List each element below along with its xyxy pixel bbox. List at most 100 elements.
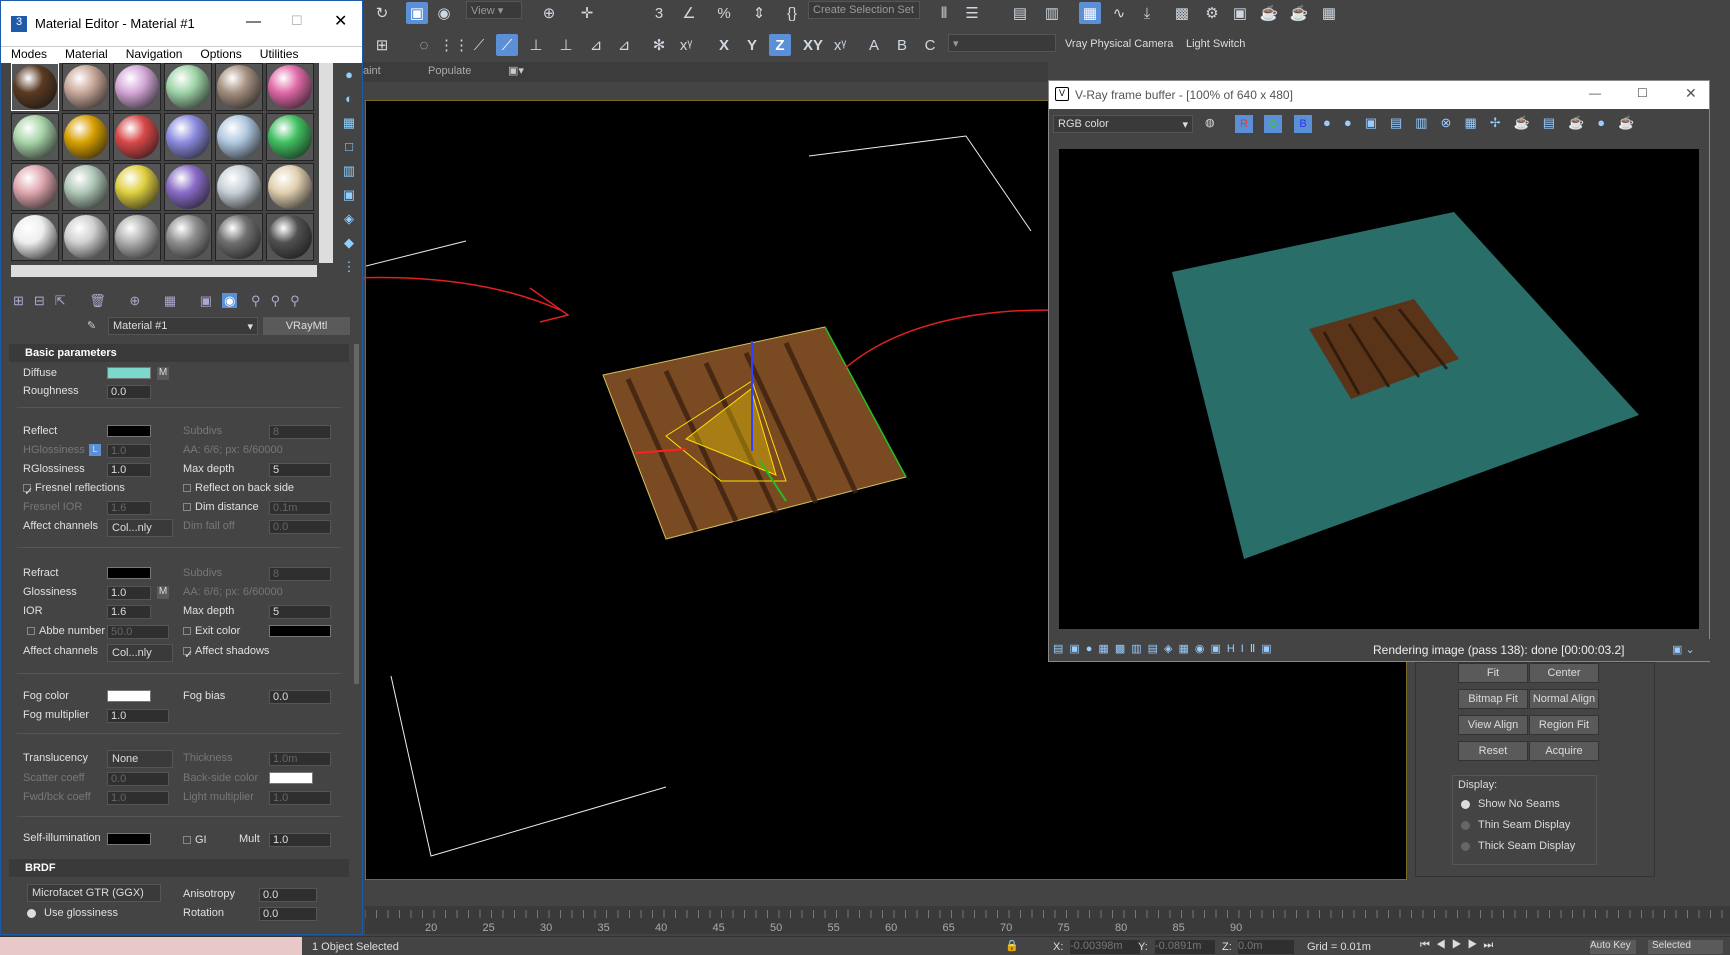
auto-key-button[interactable]: Auto Key <box>1590 940 1636 954</box>
refract-affect-channels-dropdown[interactable]: Col...nly <box>107 644 173 662</box>
show-map-icon[interactable]: ◉ <box>222 293 238 308</box>
vfb-expand-icon[interactable]: ▣ ⌄ <box>1672 643 1695 656</box>
menu-options[interactable]: Options <box>200 47 241 63</box>
material-sample-slot[interactable] <box>11 113 59 161</box>
brdf-rollout[interactable]: BRDF <box>9 859 349 877</box>
subdivs-spinner[interactable]: 8 <box>269 425 331 439</box>
red-channel-button[interactable]: R <box>1235 115 1253 133</box>
use-glossiness-radio[interactable]: Use glossiness <box>27 907 118 919</box>
hglossiness-spinner[interactable]: 1.0 <box>107 444 151 458</box>
gi-checkbox[interactable]: GI <box>183 834 207 846</box>
timeline[interactable] <box>364 906 1730 934</box>
exit-color-checkbox[interactable]: Exit color <box>183 625 240 637</box>
material-sample-slot[interactable] <box>164 163 212 211</box>
material-sample-slot[interactable] <box>164 113 212 161</box>
fresnel-ior-spinner[interactable]: 1.6 <box>107 501 151 515</box>
view-align-button[interactable]: View Align <box>1458 715 1528 735</box>
diffuse-color-swatch[interactable] <box>107 367 151 379</box>
material-sample-slot[interactable] <box>266 163 314 211</box>
fresnel-checkbox[interactable]: ✓ Fresnel reflections <box>23 482 125 498</box>
glossiness-map-button[interactable]: M <box>157 586 169 599</box>
material-sample-slot[interactable] <box>215 63 263 111</box>
vfb-titlebar[interactable]: V V-Ray frame buffer - [100% of 640 x 48… <box>1049 81 1709 109</box>
refract-max-depth-spinner[interactable]: 5 <box>269 605 331 619</box>
glossiness-spinner[interactable]: 1.0 <box>107 586 151 600</box>
maximize-icon[interactable]: ☐ <box>291 13 303 29</box>
green-channel-button[interactable]: G <box>1264 115 1282 133</box>
material-sample-slot[interactable] <box>215 213 263 261</box>
refract-color-swatch[interactable] <box>107 567 151 579</box>
dim-distance-spinner[interactable]: 0.1m <box>269 501 331 515</box>
vfb-close-icon[interactable]: ✕ <box>1685 85 1697 102</box>
eyedropper-icon[interactable]: ✎ <box>87 319 96 332</box>
playback-controls[interactable]: ⏮◀▶▶⏭ <box>1420 939 1499 952</box>
material-sample-slot[interactable] <box>11 63 59 111</box>
render-output[interactable] <box>1059 149 1699 629</box>
material-sample-slot[interactable] <box>266 63 314 111</box>
reflect-color-swatch[interactable] <box>107 425 151 437</box>
thickness-spinner[interactable]: 1.0m <box>269 752 331 766</box>
anisotropy-spinner[interactable]: 0.0 <box>259 888 317 902</box>
max-depth-spinner[interactable]: 5 <box>269 463 331 477</box>
material-editor-titlebar[interactable]: 3 Material Editor - Material #1 — ☐ ✕ <box>1 1 362 47</box>
fog-mult-spinner[interactable]: 1.0 <box>107 709 169 723</box>
dim-distance-checkbox[interactable]: Dim distance <box>183 501 259 513</box>
maxscript-listener[interactable] <box>0 937 302 955</box>
params-scrollbar[interactable] <box>354 344 359 684</box>
menu-material[interactable]: Material <box>65 47 108 63</box>
translucency-dropdown[interactable]: None <box>107 750 173 768</box>
ior-spinner[interactable]: 1.6 <box>107 605 151 619</box>
region-fit-button[interactable]: Region Fit <box>1529 715 1599 735</box>
material-sample-slot[interactable] <box>266 213 314 261</box>
material-sample-slot[interactable] <box>164 213 212 261</box>
material-sample-slot[interactable] <box>11 213 59 261</box>
menu-navigation[interactable]: Navigation <box>126 47 183 63</box>
material-sample-slot[interactable] <box>113 213 161 261</box>
affect-shadows-checkbox[interactable]: ✓ Affect shadows <box>183 645 269 661</box>
slots-scrollbar[interactable] <box>319 63 333 263</box>
thick-seam-radio[interactable]: Thick Seam Display <box>1461 840 1575 852</box>
vfb-minimize-icon[interactable]: — <box>1589 86 1601 100</box>
menu-modes[interactable]: Modes <box>11 47 47 63</box>
material-sample-slot[interactable] <box>62 113 110 161</box>
reset-button[interactable]: Reset <box>1458 741 1528 761</box>
bitmap-fit-button[interactable]: Bitmap Fit <box>1458 689 1528 709</box>
affect-channels-dropdown[interactable]: Col...nly <box>107 519 173 537</box>
material-sample-slot[interactable] <box>113 113 161 161</box>
light-mult-spinner[interactable]: 1.0 <box>269 791 331 805</box>
material-sample-slot[interactable] <box>113 163 161 211</box>
backside-color-swatch[interactable] <box>269 772 313 784</box>
show-no-seams-radio[interactable]: Show No Seams <box>1461 798 1560 810</box>
thin-seam-radio[interactable]: Thin Seam Display <box>1461 819 1570 831</box>
hglossiness-lock[interactable]: L <box>89 444 101 456</box>
fog-bias-spinner[interactable]: 0.0 <box>269 690 331 704</box>
basic-params-rollout[interactable]: Basic parameters <box>9 344 349 362</box>
minimize-icon[interactable]: — <box>246 13 261 30</box>
z-coord-field[interactable]: 0.0m <box>1238 940 1294 954</box>
material-sample-slot[interactable] <box>62 163 110 211</box>
material-type-button[interactable]: VRayMtl <box>263 317 350 335</box>
y-coord-field[interactable]: -0.0891m <box>1155 940 1215 954</box>
vfb-bottom-tools[interactable]: ▤▣●▦▩▥▤◈▦◉▣HIⅡ▣ <box>1053 642 1278 655</box>
abbe-spinner[interactable]: 50.0 <box>107 625 169 639</box>
fog-color-swatch[interactable] <box>107 690 151 702</box>
blue-channel-button[interactable]: B <box>1294 115 1312 133</box>
normal-align-button[interactable]: Normal Align <box>1529 689 1599 709</box>
lock-icon[interactable]: 🔒 <box>1005 939 1019 952</box>
refract-subdivs-spinner[interactable]: 8 <box>269 567 331 581</box>
material-sample-slot[interactable] <box>164 63 212 111</box>
acquire-button[interactable]: Acquire <box>1529 741 1599 761</box>
selected-dropdown[interactable]: Selected <box>1648 940 1723 954</box>
channel-dropdown[interactable]: RGB color ▾ <box>1053 115 1193 133</box>
diffuse-map-button[interactable]: M <box>157 367 169 380</box>
color-channels-icon[interactable]: ◍ <box>1205 116 1215 129</box>
x-coord-field[interactable]: -0.00398m <box>1070 940 1140 954</box>
exit-color-swatch[interactable] <box>269 625 331 637</box>
material-sample-slot[interactable] <box>266 113 314 161</box>
brdf-type-dropdown[interactable]: Microfacet GTR (GGX) <box>27 884 161 902</box>
rglossiness-spinner[interactable]: 1.0 <box>107 463 151 477</box>
material-sample-slot[interactable] <box>11 163 59 211</box>
reflect-back-checkbox[interactable]: Reflect on back side <box>183 482 294 494</box>
abbe-checkbox[interactable]: Abbe number <box>27 625 105 637</box>
material-sample-slot[interactable] <box>62 63 110 111</box>
